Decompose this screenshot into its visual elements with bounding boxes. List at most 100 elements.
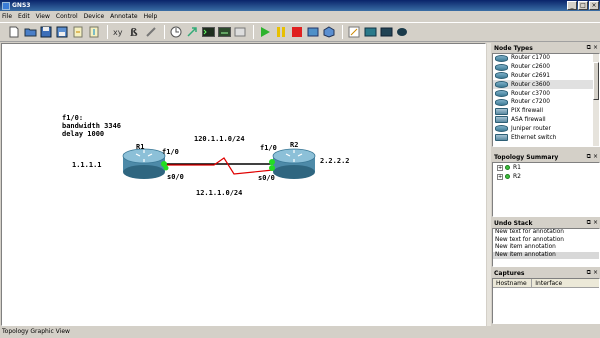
node-type-item[interactable]: Router c3600 <box>493 80 599 90</box>
start-icon[interactable] <box>258 25 272 39</box>
undo-item[interactable]: New text for annotation <box>493 237 599 245</box>
column-interface[interactable]: Interface <box>532 279 599 287</box>
router-icon <box>495 125 508 133</box>
node-type-label: Router c2691 <box>511 72 550 79</box>
close-icon[interactable]: × <box>593 219 598 227</box>
annotation-note[interactable]: f1/0: bandwidth 3346 delay 1000 <box>62 114 121 138</box>
import-icon[interactable] <box>71 25 85 39</box>
port-r1-s0-0 <box>163 165 169 171</box>
node-type-label: Router c2600 <box>511 64 550 71</box>
node-types-scrollbar[interactable] <box>593 54 599 146</box>
node-type-label: Router c3700 <box>511 90 550 97</box>
captures-title: Captures <box>494 269 525 277</box>
node-type-item[interactable]: Ethernet switch <box>493 133 599 142</box>
menu-device[interactable]: Device <box>84 13 105 20</box>
panel-header: Undo Stack ⧉ × <box>492 218 600 228</box>
r2-ip-annotation[interactable]: 2.2.2.2 <box>320 157 350 165</box>
router-r1[interactable] <box>122 148 166 179</box>
minimize-button[interactable]: _ <box>567 1 577 10</box>
float-icon[interactable]: ⧉ <box>587 44 591 52</box>
menu-help[interactable]: Help <box>144 13 158 20</box>
close-icon[interactable]: × <box>593 269 598 277</box>
drawing-icon[interactable] <box>395 25 409 39</box>
screenshot-icon[interactable] <box>347 25 361 39</box>
toolbar-separator <box>107 25 108 39</box>
router-icon <box>495 63 508 71</box>
node-type-item[interactable]: ASA firewall <box>493 116 599 125</box>
node-type-item[interactable]: Router c2600 <box>493 63 599 72</box>
captures-panel: Captures ⧉ × Hostname Interface <box>492 268 600 324</box>
expand-icon[interactable]: + <box>497 173 503 180</box>
reload-icon[interactable] <box>306 25 320 39</box>
r2-fast-interface-label: f1/0 <box>260 144 277 152</box>
node-type-item[interactable]: Juniper router <box>493 124 599 133</box>
toggle-labels-icon[interactable]: ß <box>128 25 142 39</box>
topology-summary-tree: + R1 + R2 <box>492 162 600 217</box>
node-type-item[interactable]: PIX firewall <box>493 107 599 116</box>
close-icon[interactable]: × <box>593 44 598 52</box>
node-type-label: Router c7200 <box>511 99 550 106</box>
node-type-label: ASA firewall <box>511 116 546 123</box>
title-bar: GNS3 _ □ × <box>0 0 600 11</box>
node-types-list: Router c1700 Router c2600 Router c2691 R… <box>492 53 600 147</box>
node-type-item[interactable]: Router c7200 <box>493 98 599 107</box>
node-type-item[interactable]: Router c2691 <box>493 72 599 81</box>
link-serial[interactable] <box>164 157 274 175</box>
ellipse-icon[interactable] <box>363 25 377 39</box>
node-type-label: Ethernet switch <box>511 134 557 141</box>
window-title: GNS3 <box>12 2 31 9</box>
tree-item-r1[interactable]: + R1 <box>493 163 599 172</box>
open-folder-icon[interactable] <box>23 25 37 39</box>
r1-ip-annotation[interactable]: 1.1.1.1 <box>72 161 102 169</box>
serial-link-subnet-annotation[interactable]: 12.1.1.0/24 <box>196 189 242 197</box>
undo-item[interactable]: New item annotation <box>493 251 599 259</box>
save-as-icon[interactable] <box>55 25 69 39</box>
undo-item[interactable]: New item annotation <box>493 244 599 252</box>
router-r2[interactable] <box>272 148 316 179</box>
router-icon <box>495 54 508 62</box>
topology-canvas[interactable]: f1/0: bandwidth 3346 delay 1000 R1 f1/0 … <box>1 43 486 326</box>
export-icon[interactable] <box>87 25 101 39</box>
new-file-icon[interactable] <box>7 25 21 39</box>
float-icon[interactable]: ⧉ <box>587 153 591 161</box>
virtualbox-icon[interactable] <box>322 25 336 39</box>
close-icon[interactable]: × <box>593 153 598 161</box>
show-interface-labels-icon[interactable] <box>144 25 158 39</box>
pause-icon[interactable] <box>274 25 288 39</box>
undo-item[interactable]: New text for annotation <box>493 229 599 237</box>
save-icon[interactable] <box>39 25 53 39</box>
add-link-icon[interactable] <box>169 25 183 39</box>
menu-edit[interactable]: Edit <box>18 13 30 20</box>
tree-item-r2[interactable]: + R2 <box>493 172 599 181</box>
rectangle-icon[interactable] <box>379 25 393 39</box>
menu-control[interactable]: Control <box>56 13 78 20</box>
terminal-icon[interactable] <box>201 25 215 39</box>
console-icon[interactable] <box>185 25 199 39</box>
menu-file[interactable]: File <box>2 13 12 20</box>
capture-icon[interactable] <box>217 25 231 39</box>
router-r2-label: R2 <box>290 141 299 149</box>
fast-link-subnet-annotation[interactable]: 120.1.1.0/24 <box>194 135 245 143</box>
node-type-item[interactable]: Router c3700 <box>493 89 599 98</box>
router-icon <box>495 72 508 80</box>
router-icon <box>495 90 508 98</box>
node-type-item[interactable]: Router c1700 <box>493 54 599 63</box>
snap-icon[interactable]: xy <box>112 25 126 39</box>
add-note-icon[interactable] <box>233 25 247 39</box>
expand-icon[interactable]: + <box>497 164 503 171</box>
panel-header: Node Types ⧉ × <box>492 43 600 53</box>
close-button[interactable]: × <box>589 1 599 10</box>
float-icon[interactable]: ⧉ <box>587 219 591 227</box>
r1-fast-interface-label: f1/0 <box>162 148 179 156</box>
canvas-scrollbar[interactable] <box>487 43 491 326</box>
status-green-icon <box>505 174 510 179</box>
menu-annotate[interactable]: Annotate <box>110 13 137 20</box>
node-type-label: Router c3600 <box>511 81 550 88</box>
column-hostname[interactable]: Hostname <box>493 279 533 287</box>
menu-view[interactable]: View <box>36 13 50 20</box>
captures-table: Hostname Interface <box>492 278 600 324</box>
maximize-button[interactable]: □ <box>578 1 588 10</box>
float-icon[interactable]: ⧉ <box>587 269 591 277</box>
scrollbar-thumb[interactable] <box>593 62 599 100</box>
stop-icon[interactable] <box>290 25 304 39</box>
